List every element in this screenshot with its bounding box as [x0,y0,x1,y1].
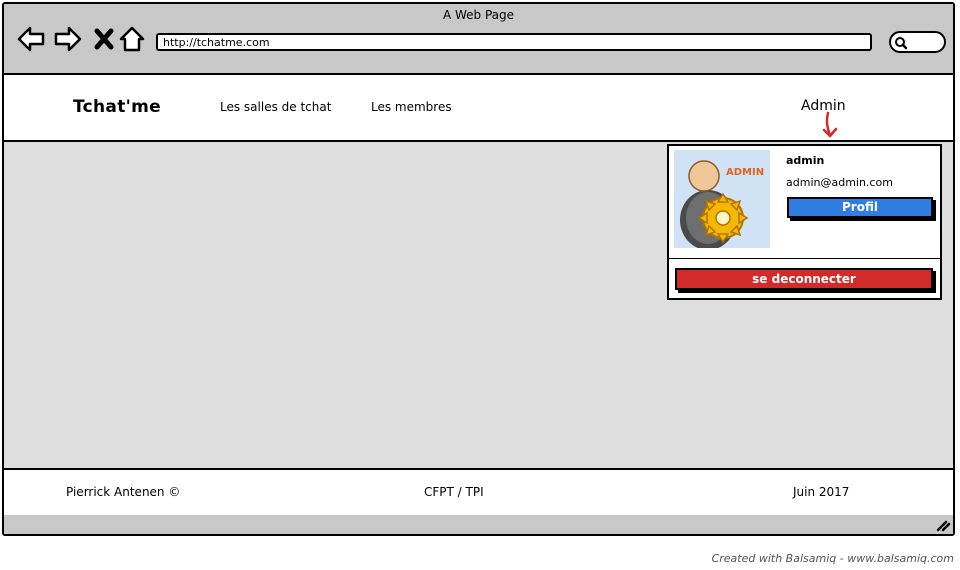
browser-statusbar [4,515,953,534]
browser-window: A Web Page http://tchatme.com Tchat'me L… [2,2,955,536]
user-email: admin@admin.com [786,176,893,189]
footer-author: Pierrick Antenen © [66,485,181,499]
resize-grip-icon[interactable] [935,518,951,532]
profile-button[interactable]: Profil [787,197,933,218]
url-input[interactable]: http://tchatme.com [156,33,872,51]
nav-link-membres[interactable]: Les membres [371,100,452,114]
balsamiq-watermark: Created with Balsamiq - www.balsamiq.com [711,552,954,565]
window-title: A Web Page [442,8,515,22]
browser-titlebar: A Web Page http://tchatme.com [4,4,953,75]
user-dropdown-panel: ADMIN admin admin@admin.com Profil se de… [667,144,942,300]
forward-icon[interactable] [53,24,83,54]
site-footer: Pierrick Antenen © CFPT / TPI Juin 2017 [4,468,953,517]
avatar-admin-label: ADMIN [726,167,764,178]
nav-link-salles[interactable]: Les salles de tchat [220,100,331,114]
browser-search-box[interactable] [889,31,946,53]
admin-avatar: ADMIN [674,150,770,250]
footer-date: Juin 2017 [793,485,850,499]
dropdown-divider [669,258,940,259]
user-name: admin [786,154,825,167]
back-icon[interactable] [16,24,46,54]
dropdown-arrow-icon [822,111,838,138]
home-icon[interactable] [117,24,147,54]
site-brand[interactable]: Tchat'me [73,97,161,117]
site-navbar: Tchat'me Les salles de tchat Les membres… [4,75,953,142]
search-icon [895,37,908,50]
close-icon[interactable] [90,24,120,54]
footer-school: CFPT / TPI [424,485,484,499]
admin-gear-icon [697,192,749,244]
logout-button[interactable]: se deconnecter [675,268,933,290]
